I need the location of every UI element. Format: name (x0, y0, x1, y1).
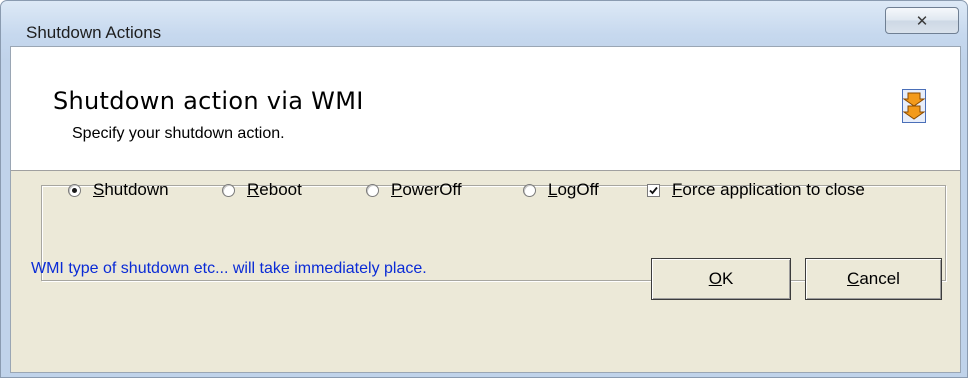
cancel-button-label: Cancel (847, 269, 900, 288)
double-arrow-down-icon (902, 89, 926, 123)
poweroff-radio[interactable] (366, 183, 379, 197)
dialog-client-area: Shutdown action via WMI Specify your shu… (10, 46, 961, 373)
checkmark-icon (649, 186, 658, 194)
page-title: Shutdown action via WMI (53, 87, 364, 115)
force-close-checkbox[interactable] (647, 183, 660, 197)
close-button[interactable]: ✕ (885, 7, 959, 34)
force-close-option[interactable]: Force application to close (647, 180, 865, 200)
shutdown-radio[interactable] (68, 183, 81, 197)
option-logoff[interactable]: LogOff (523, 180, 599, 200)
reboot-radio[interactable] (222, 183, 235, 197)
logoff-radio[interactable] (523, 183, 536, 197)
option-reboot[interactable]: Reboot (222, 180, 302, 200)
cancel-button[interactable]: Cancel (805, 258, 942, 300)
force-close-label: Force application to close (672, 180, 865, 199)
page-subtitle: Specify your shutdown action. (72, 125, 285, 142)
wizard-header: Shutdown action via WMI Specify your shu… (11, 47, 960, 171)
close-icon: ✕ (915, 11, 929, 30)
ok-button-label: OK (708, 269, 734, 288)
window-title: Shutdown Actions (26, 23, 162, 42)
option-logoff-label: LogOff (548, 180, 599, 199)
ok-button[interactable]: OK (651, 258, 791, 300)
option-poweroff-label: PowerOff (391, 180, 462, 199)
option-shutdown[interactable]: Shutdown (68, 180, 169, 200)
option-poweroff[interactable]: PowerOff (366, 180, 462, 200)
option-shutdown-label: Shutdown (93, 180, 169, 199)
option-reboot-label: Reboot (247, 180, 302, 199)
info-note: WMI type of shutdown etc... will take im… (31, 260, 427, 277)
